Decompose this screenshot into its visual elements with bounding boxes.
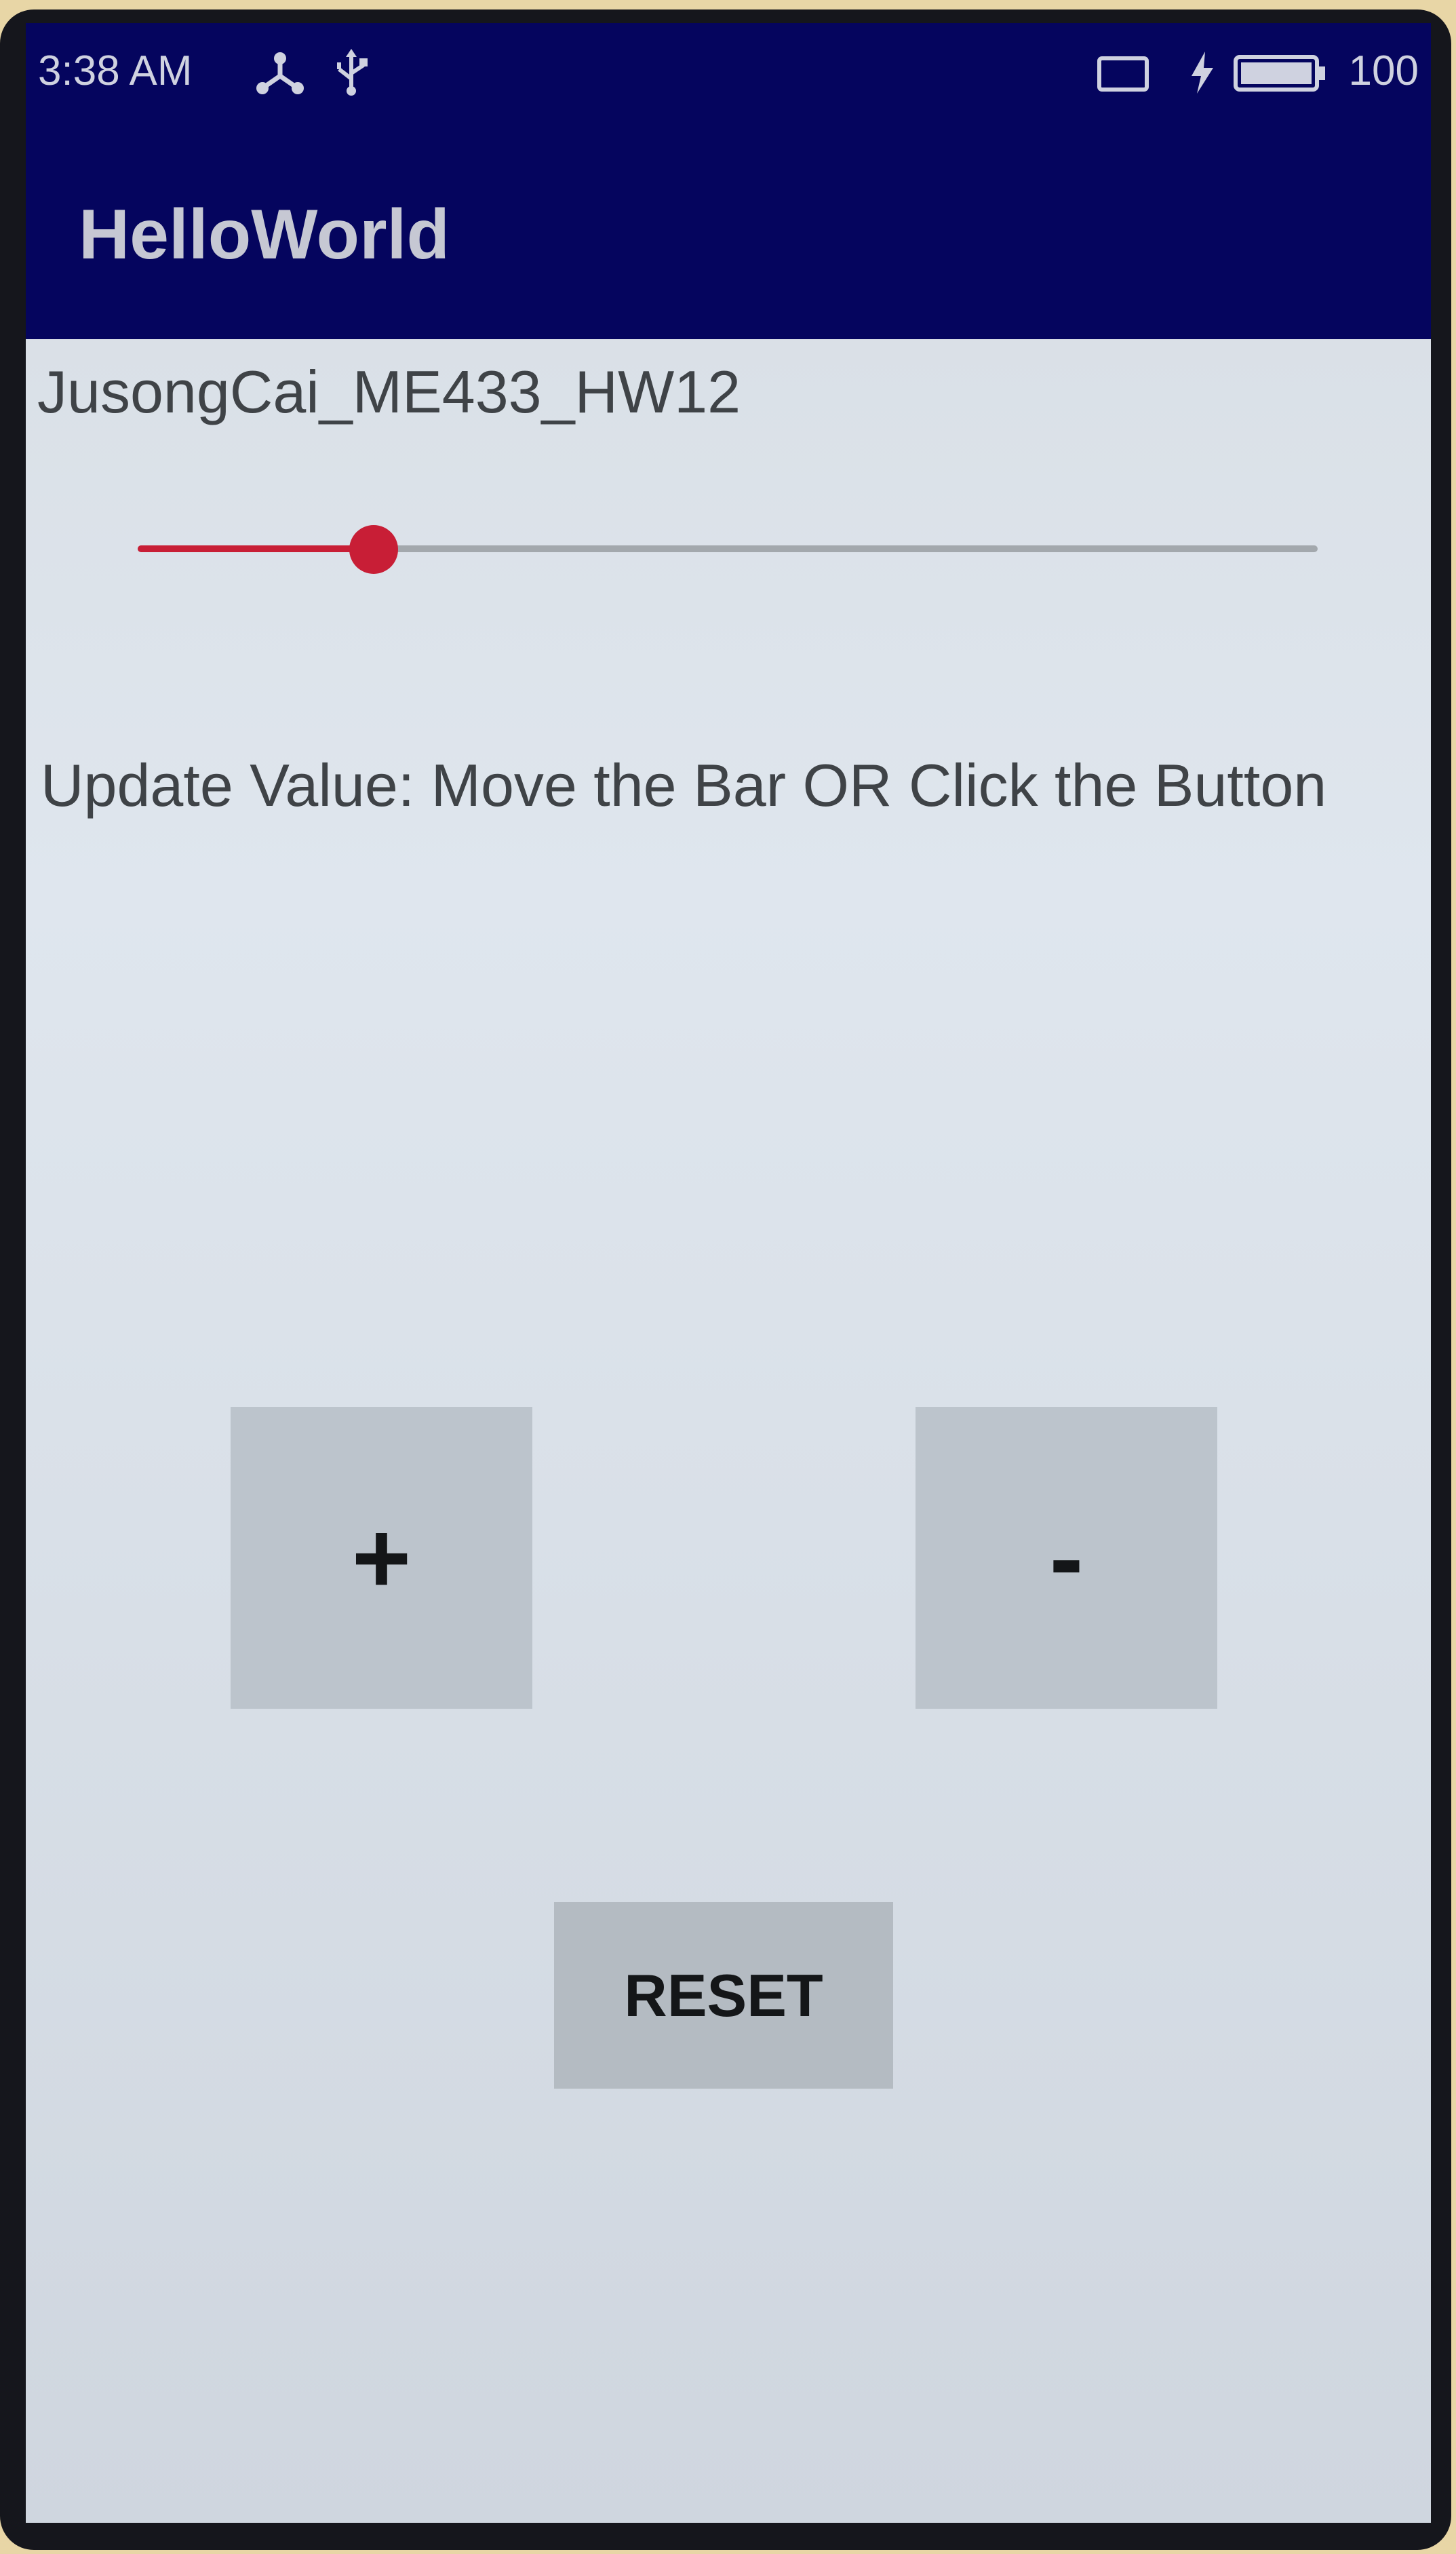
screen: 3:38 AM 100 HelloWorld JusongCai_ME433_H… [26,23,1431,2523]
battery-level: 100 [1348,47,1419,94]
charging-icon [1192,52,1213,94]
battery-icon [1234,55,1325,92]
update-value-label: Update Value: Move the Bar OR Click the … [41,752,1327,819]
increment-button[interactable]: + [231,1407,532,1709]
app-title: HelloWorld [79,195,450,274]
seekbar-thumb[interactable] [349,525,398,574]
usb-icon [337,49,368,96]
status-time: 3:38 AM [38,47,193,94]
seekbar-progress [138,545,374,552]
reset-button[interactable]: RESET [554,1902,893,2089]
content-title: JusongCai_ME433_HW12 [37,358,741,425]
value-seekbar[interactable] [138,518,1318,579]
status-bar: 3:38 AM 100 [26,23,1431,125]
usb-tether-icon [256,52,304,94]
app-bar: HelloWorld [26,125,1431,339]
cast-icon [1097,56,1149,92]
decrement-button[interactable]: - [916,1407,1217,1709]
